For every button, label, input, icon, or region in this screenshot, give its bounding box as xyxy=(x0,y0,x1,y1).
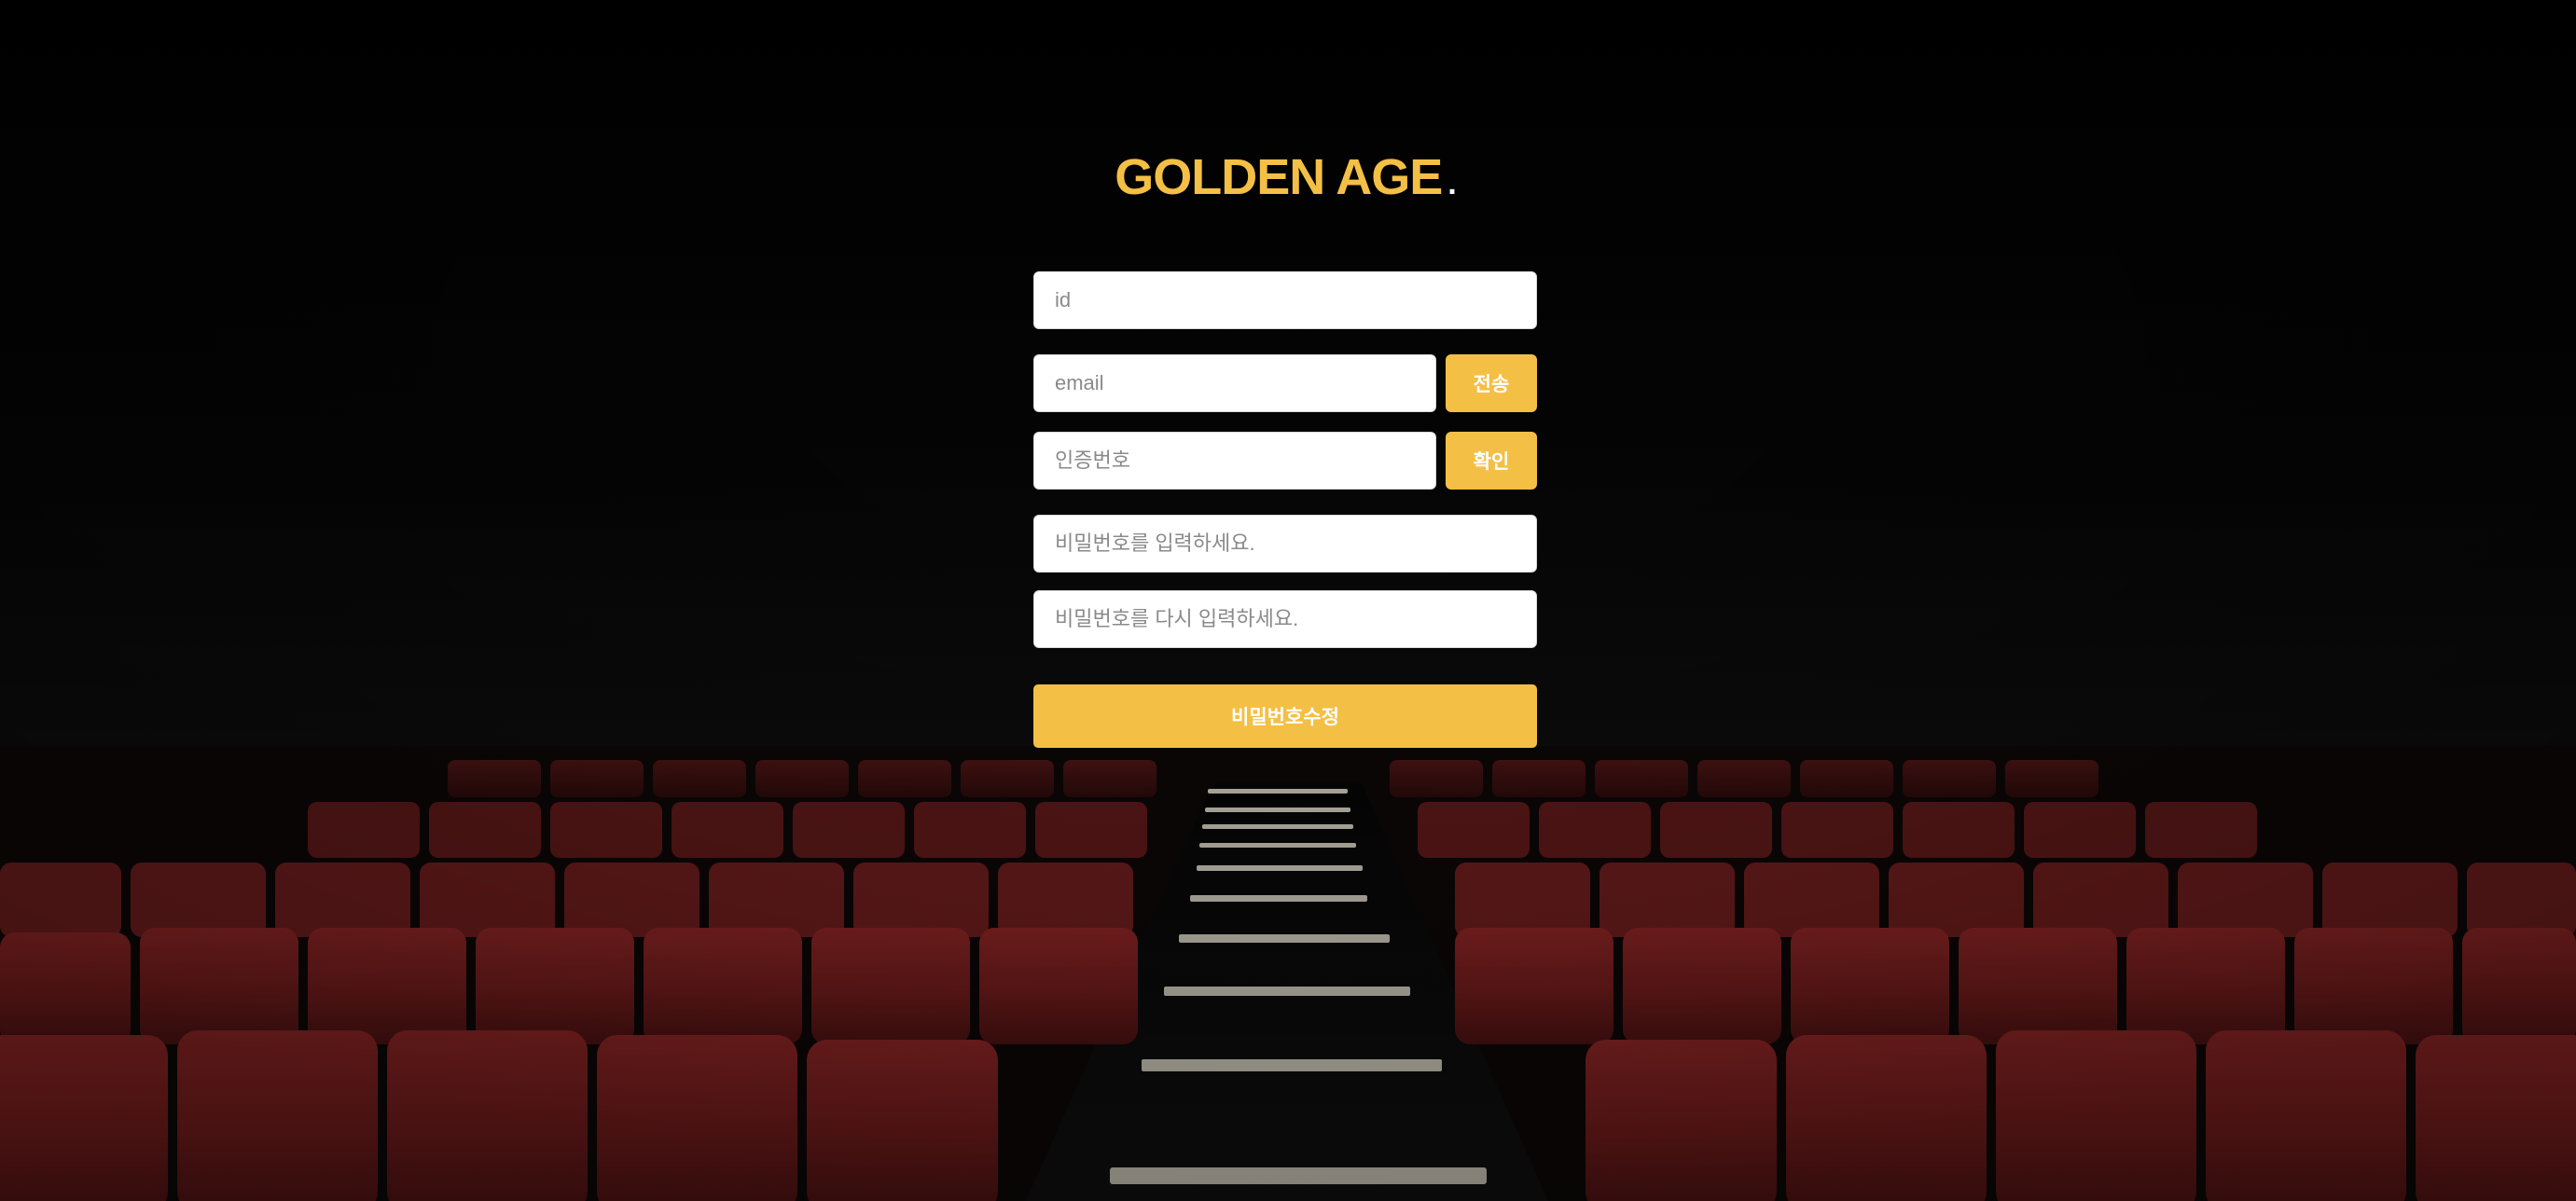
brand-logo[interactable]: GOLDEN AGE. xyxy=(1033,140,1537,214)
email-row: 전송 xyxy=(1033,354,1537,412)
change-password-button[interactable]: 비밀번호수정 xyxy=(1033,684,1537,748)
password-reset-form: GOLDEN AGE. 전송 확인 비밀번호수정 xyxy=(1033,140,1537,748)
page-stage: GOLDEN AGE. 전송 확인 비밀번호수정 xyxy=(0,0,2576,1201)
email-input[interactable] xyxy=(1033,354,1436,412)
password-input[interactable] xyxy=(1033,515,1537,573)
password-confirm-input[interactable] xyxy=(1033,590,1537,648)
confirm-code-button[interactable]: 확인 xyxy=(1446,432,1537,490)
send-code-button[interactable]: 전송 xyxy=(1446,354,1537,412)
brand-name: GOLDEN AGE xyxy=(1115,149,1443,205)
verification-code-input[interactable] xyxy=(1033,432,1436,490)
id-input[interactable] xyxy=(1033,271,1537,329)
brand-dot: . xyxy=(1447,166,1457,201)
verification-row: 확인 xyxy=(1033,432,1537,490)
